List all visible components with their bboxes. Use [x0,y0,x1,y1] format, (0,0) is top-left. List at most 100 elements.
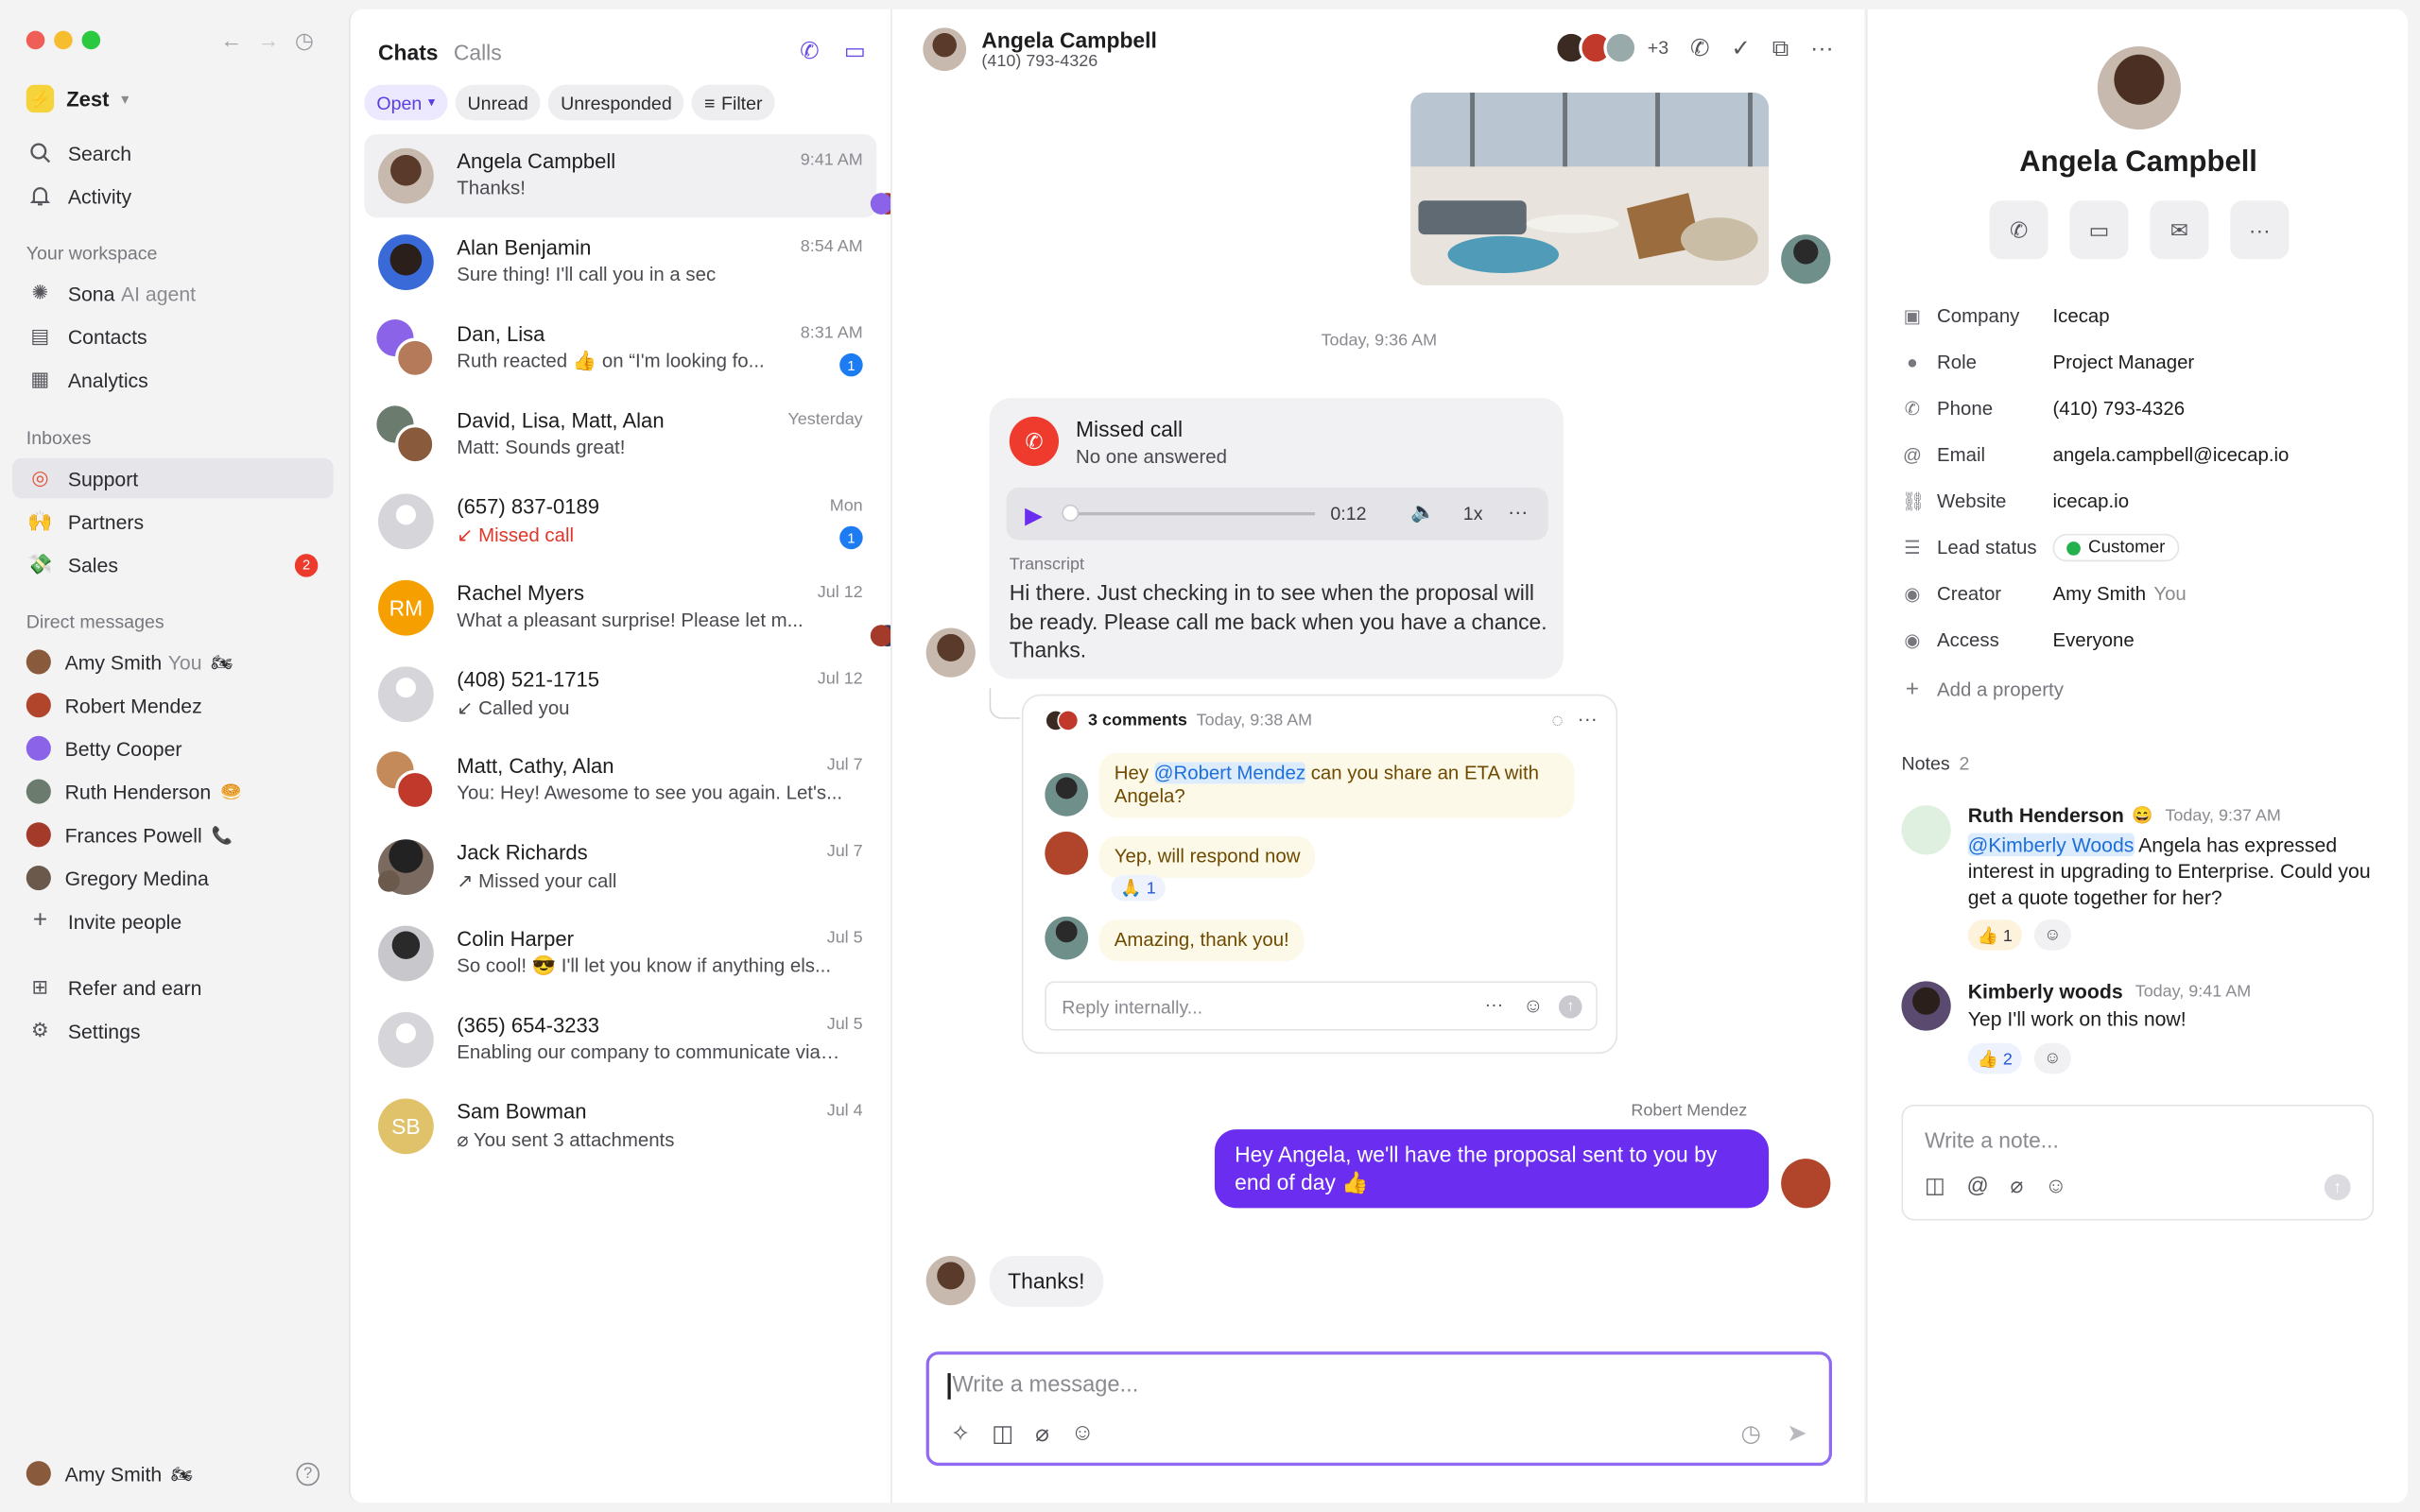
dm-robert-mendez[interactable]: Robert Mendez [12,685,334,725]
volume-icon[interactable]: 🔈 [1410,500,1435,524]
property-lead-status[interactable]: ☰ Lead status Customer [1901,533,2394,562]
close-window-button[interactable] [26,30,45,50]
conversation-row[interactable]: Colin Harper So cool! 😎 I'll let you kno… [364,912,876,995]
conversation-row[interactable]: Angela Campbell Thanks! 9:41 AM [364,134,899,218]
email-contact-button[interactable]: ✉ [2150,200,2209,260]
dm-amy-smith[interactable]: Amy Smith You 🏍 [12,642,334,681]
help-icon[interactable]: ? [296,1462,320,1486]
filter-open-chip[interactable]: Open ▾ [364,84,448,121]
emoji-icon[interactable]: ☺ [1523,993,1544,1016]
send-arrow-icon[interactable]: ↑ [2324,1174,2351,1201]
conversation-row[interactable]: Alan Benjamin Sure thing! I'll call you … [364,220,876,303]
audio-progress-track[interactable] [1064,512,1316,516]
filter-unresponded-chip[interactable]: Unresponded [548,84,684,121]
property-company[interactable]: ▣ Company Icecap [1901,305,2394,327]
property-email[interactable]: @ Email angela.campbell@icecap.io [1901,444,2394,466]
workspace-switcher[interactable]: ⚡ Zest ▾ [26,84,129,113]
conversation-row[interactable]: Jack Richards ↗ Missed your call Jul 7 [364,825,876,908]
slash-command-icon[interactable]: ◫ [992,1419,1013,1448]
playback-speed[interactable]: 1x [1463,503,1483,524]
property-phone[interactable]: ✆ Phone (410) 793-4326 [1901,398,2394,420]
sidebar-item-sona[interactable]: ✺ Sona AI agent [12,273,334,313]
schedule-clock-icon[interactable]: ◷ [1741,1419,1761,1448]
snooze-icon[interactable]: ⧉ [1772,35,1789,61]
add-reaction-icon[interactable]: ☺ [2033,1042,2071,1074]
message-composer[interactable]: Write a message... ✧ ◫ ⌀ ☺ ◷ ➤ [925,1351,1833,1467]
forward-arrow-icon[interactable]: → [258,27,280,54]
reaction-pill[interactable]: 👍 1 [1967,919,2022,951]
filter-unread-chip[interactable]: Unread [455,84,541,121]
dm-frances-powell[interactable]: Frances Powell 📞 [12,815,334,854]
new-chat-icon[interactable]: ▭ [844,37,866,65]
back-arrow-icon[interactable]: ← [220,27,242,54]
property-access[interactable]: ◉ Access Everyone [1901,629,2394,651]
participant-avatars[interactable] [1554,30,1639,65]
dm-ruth-henderson[interactable]: Ruth Henderson 🥯 [12,771,334,811]
audio-scrubber-handle[interactable] [1062,504,1080,522]
conversation-row[interactable]: (408) 521-1715 ↙ Called you Jul 12 [364,653,876,736]
filter-button[interactable]: ≡ Filter [691,84,775,121]
paperclip-icon[interactable]: ⌀ [1035,1419,1049,1448]
dm-gregory-medina[interactable]: Gregory Medina [12,858,334,898]
property-role[interactable]: ● Role Project Manager [1901,352,2394,373]
refer-and-earn-button[interactable]: ⊞ Refer and earn [12,968,334,1007]
emoji-icon[interactable]: ☺ [1071,1419,1095,1447]
more-icon[interactable]: ··· [1810,35,1833,61]
paperclip-icon[interactable]: ⌀ [2011,1173,2024,1199]
sidebar-item-analytics[interactable]: ▦ Analytics [12,359,334,399]
note-input[interactable]: Write a note... ◫ @ ⌀ ☺ ↑ [1901,1105,2375,1221]
nav-activity[interactable]: Activity [12,176,334,215]
zoom-window-button[interactable] [81,30,101,50]
shared-image[interactable] [1410,92,1770,286]
conversation-row[interactable]: (365) 654-3233 Enabling our company to c… [364,998,876,1081]
conversation-row[interactable]: (657) 837-0189 ↙ Missed call Mon 1 [364,480,876,563]
emoji-icon[interactable]: ☺ [2045,1173,2066,1199]
nav-search[interactable]: Search [12,132,334,172]
check-icon[interactable]: ✓ [1731,34,1751,62]
resolve-check-icon[interactable]: ◌ [1551,708,1564,730]
more-icon[interactable]: ··· [1508,500,1528,523]
send-arrow-icon[interactable]: ↑ [1559,995,1582,1019]
conversation-row[interactable]: SB Sam Bowman ⌀ You sent 3 attachments J… [364,1085,876,1168]
contact-name[interactable]: Angela Campbell [981,27,1156,52]
slash-command-icon[interactable]: ◫ [1925,1173,1945,1199]
new-call-icon[interactable]: ✆ [800,37,820,65]
send-icon[interactable]: ➤ [1787,1418,1807,1449]
reaction-pill[interactable]: 🙏 1 [1111,874,1166,902]
sidebar-item-partners[interactable]: 🙌 Partners [12,502,334,541]
message-contact-button[interactable]: ▭ [2069,200,2129,260]
add-property-button[interactable]: + Add a property [1901,676,2394,702]
sidebar-item-support[interactable]: ◎ Support [12,457,334,499]
conversation-row[interactable]: Matt, Cathy, Alan You: Hey! Awesome to s… [364,739,876,822]
call-icon[interactable]: ✆ [1690,34,1710,62]
more-icon[interactable]: ··· [1578,707,1598,730]
gift-icon: ⊞ [31,974,49,999]
nav-label: Activity [67,184,132,208]
sidebar-item-contacts[interactable]: ▤ Contacts [12,317,334,356]
more-icon[interactable]: ··· [1485,993,1504,1015]
reply-internally-input[interactable]: Reply internally... ··· ☺ ↑ [1045,981,1598,1031]
more-actions-button[interactable]: ··· [2230,200,2290,260]
current-user[interactable]: Amy Smith 🏍 [12,1453,334,1493]
ai-sparkle-icon[interactable]: ✧ [951,1419,971,1448]
mention-at-icon[interactable]: @ [1966,1173,1988,1199]
add-reaction-icon[interactable]: ☺ [2033,919,2071,951]
settings-button[interactable]: ⚙ Settings [12,1010,334,1050]
history-icon[interactable]: ◷ [295,27,314,54]
conversation-row[interactable]: RM Rachel Myers What a pleasant surprise… [364,566,899,649]
play-icon[interactable]: ▶ [1025,502,1043,529]
conversation-row[interactable]: Dan, Lisa Ruth reacted 👍 on “I'm looking… [364,307,876,390]
minimize-window-button[interactable] [54,30,73,50]
property-creator[interactable]: ◉ Creator Amy Smith You [1901,583,2394,605]
conversation-row[interactable]: David, Lisa, Matt, Alan Matt: Sounds gre… [364,393,876,476]
tab-calls[interactable]: Calls [454,40,502,64]
call-contact-button[interactable]: ✆ [1989,200,2048,260]
sidebar-item-sales[interactable]: 💸 Sales 2 [12,544,334,584]
property-website[interactable]: ⛓ Website icecap.io [1901,490,2394,512]
dm-betty-cooper[interactable]: Betty Cooper [12,729,334,768]
tab-chats[interactable]: Chats [378,40,439,64]
mention[interactable]: @Kimberly Woods [1967,833,2135,856]
mention[interactable]: @Robert Mendez [1153,762,1306,784]
reaction-pill[interactable]: 👍 2 [1967,1042,2022,1074]
invite-people-button[interactable]: + Invite people [12,901,334,940]
